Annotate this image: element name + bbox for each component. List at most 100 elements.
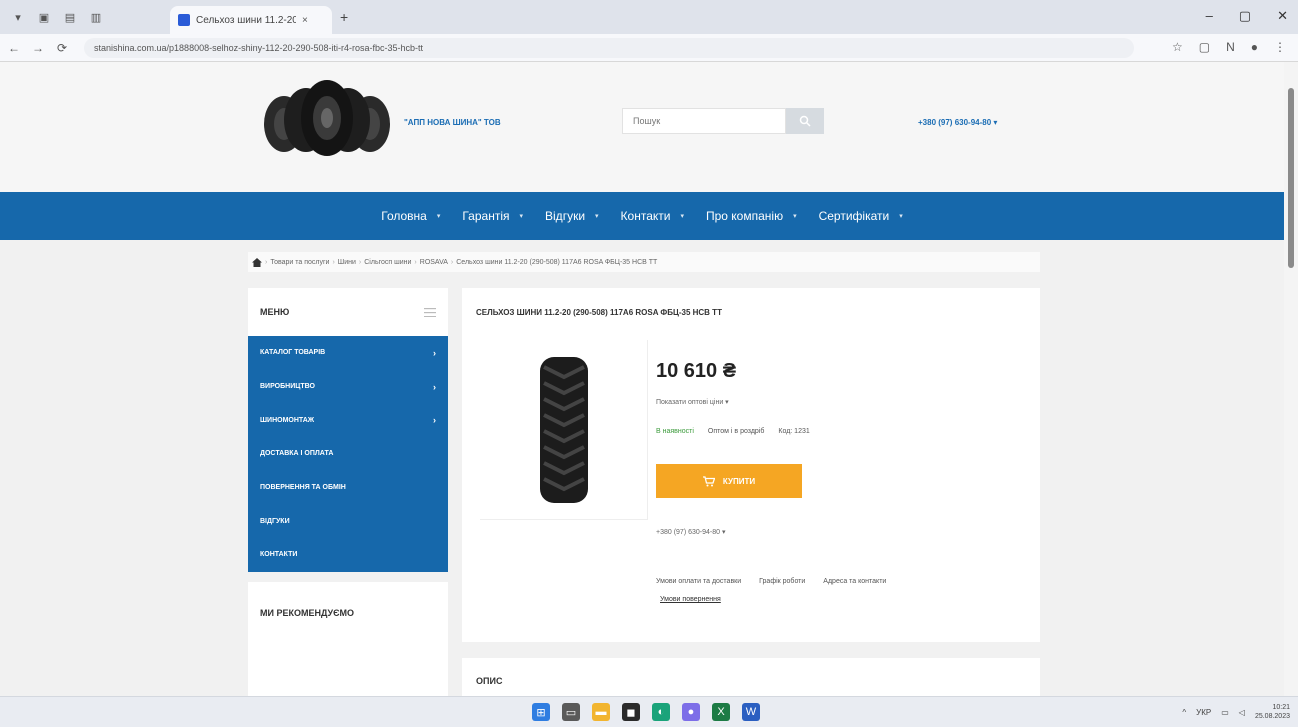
menu-item-catalog[interactable]: КАТАЛОГ ТОВАРІВ › (248, 336, 448, 370)
excel-icon[interactable]: X (712, 703, 730, 721)
menu-item-label: ПОВЕРНЕННЯ ТА ОБМІН (260, 484, 346, 492)
main-nav: Головна ▾ Гарантія ▾ Відгуки ▾ Контакти ▾ Пр… (0, 192, 1284, 240)
word-icon[interactable]: W (742, 703, 760, 721)
product-phone-dropdown[interactable]: +380 (97) 630-94-80 ▾ (656, 528, 725, 536)
payment-delivery-link[interactable]: Умови оплати та доставки (656, 578, 741, 585)
chevron-right-icon: › (433, 381, 436, 392)
return-terms-link[interactable]: Умови повернення (660, 596, 721, 603)
breadcrumb-separator: › (332, 258, 335, 266)
header-phone-dropdown[interactable]: +380 (97) 630-94-80 ▾ (918, 118, 997, 127)
menu-item-label: КАТАЛОГ ТОВАРІВ (260, 349, 326, 357)
address-bar-actions: ☆ ▢ N ● ⋮ (1172, 40, 1286, 54)
tires-logo-image[interactable] (262, 78, 392, 160)
browser-menu-icon[interactable]: ▾ (10, 9, 26, 25)
wholesale-prices-toggle[interactable]: Показати оптові ціни ▾ (656, 398, 729, 406)
nav-label: Гарантія (462, 209, 510, 223)
product-image[interactable] (480, 340, 648, 520)
company-name[interactable]: "АПП НОВА ШИНА" ТОВ (404, 118, 501, 127)
breadcrumb-current: Сельхоз шини 11.2-20 (290-508) 117A6 ROS… (456, 258, 658, 266)
nav-item-certificates[interactable]: Сертифікати ▾ (808, 209, 914, 223)
minimize-button[interactable]: – (1206, 8, 1213, 24)
breadcrumb-link[interactable]: Сільгосп шини (364, 259, 411, 266)
url-field[interactable]: stanishina.com.ua/p1888008-selhoz-shiny-… (84, 38, 1134, 58)
edge-browser-icon[interactable]: ◐ (652, 703, 670, 721)
breadcrumb-separator: › (358, 258, 362, 266)
nav-item-warranty[interactable]: Гарантія ▾ (451, 209, 534, 223)
search-button[interactable] (786, 108, 824, 134)
system-clock[interactable]: 10:21 25.08.2023 (1255, 703, 1290, 721)
breadcrumb-separator: › (450, 258, 454, 266)
taskbar-apps: ⊞ ▭ ▬ ◼ ◐ ● X W (532, 703, 760, 721)
back-button[interactable]: ← (4, 41, 24, 55)
nav-item-about[interactable]: Про компанію ▾ (695, 209, 808, 223)
product-price: 10 610 ₴ (656, 360, 737, 382)
task-view-icon[interactable]: ▭ (562, 703, 580, 721)
menu-item-reviews[interactable]: ВІДГУКИ (248, 504, 448, 538)
workspaces-icon[interactable]: ▣ (36, 9, 52, 25)
menu-item-tire-service[interactable]: ШИНОМОНТАЖ › (248, 403, 448, 437)
buy-button[interactable]: КУПИТИ (656, 464, 802, 498)
scrollbar-thumb[interactable] (1288, 88, 1294, 268)
maximize-button[interactable]: ▢ (1239, 8, 1251, 24)
hamburger-icon[interactable] (424, 307, 436, 317)
store-icon[interactable]: ◼ (622, 703, 640, 721)
start-icon[interactable]: ⊞ (532, 703, 550, 721)
breadcrumb-link[interactable]: Шини (338, 259, 356, 266)
chevron-down-icon: ▾ (595, 213, 599, 220)
volume-icon[interactable]: ◁ (1239, 708, 1245, 717)
browser-tab-active[interactable]: Сельхоз шини 11.2-20 (290-5 × (170, 6, 332, 34)
reload-button[interactable]: ⟳ (52, 41, 72, 55)
browser-more-icon[interactable]: ⋮ (1274, 40, 1286, 54)
home-icon[interactable] (252, 257, 262, 267)
profile-avatar-icon[interactable]: ● (1251, 40, 1258, 54)
breadcrumb-separator: › (414, 258, 417, 266)
tab-favicon-icon (178, 14, 190, 26)
nav-label: Відгуки (545, 209, 586, 223)
description-section: ОПИС (462, 658, 1040, 696)
tray-overflow-icon[interactable]: ^ (1182, 708, 1186, 717)
clock-date: 25.08.2023 (1254, 713, 1290, 720)
nav-item-home[interactable]: Головна ▾ (370, 209, 451, 223)
menu-list: КАТАЛОГ ТОВАРІВ › ВИРОБНИЦТВО › ШИНОМОНТАЖ… (248, 336, 448, 572)
address-contacts-link[interactable]: Адреса та контакти (823, 578, 886, 585)
favorite-star-icon[interactable]: ☆ (1172, 40, 1183, 54)
chevron-right-icon: › (433, 347, 436, 358)
file-explorer-icon[interactable]: ▬ (592, 703, 610, 721)
product-code: Код: 1231 (778, 428, 810, 435)
collections-icon[interactable]: ▤ (62, 9, 78, 25)
close-window-button[interactable]: ✕ (1277, 8, 1288, 24)
forward-button[interactable]: → (28, 41, 48, 55)
menu-item-label: ВИРОБНИЦТВО (260, 383, 315, 391)
menu-item-delivery[interactable]: ДОСТАВКА І ОПЛАТА (248, 437, 448, 471)
site-header: "АПП НОВА ШИНА" ТОВ +380 (97) 630-94-80 … (0, 62, 1284, 192)
new-tab-button[interactable]: + (340, 9, 348, 25)
menu-title: МЕНЮ (260, 307, 290, 317)
tab-close-icon[interactable]: × (302, 15, 308, 26)
sidebar-menu: МЕНЮ КАТАЛОГ ТОВАРІВ › ВИРОБНИЦТВО › ШИНОМ… (248, 288, 448, 572)
tab-actions-icon[interactable]: ▥ (88, 9, 104, 25)
menu-header: МЕНЮ (248, 288, 448, 336)
breadcrumb-link[interactable]: Товари та послуги (270, 259, 329, 266)
split-screen-icon[interactable]: ▢ (1199, 40, 1210, 54)
page-scrollbar[interactable] (1284, 62, 1298, 696)
menu-item-production[interactable]: ВИРОБНИЦТВО › (248, 370, 448, 404)
menu-item-contacts[interactable]: КОНТАКТИ (248, 538, 448, 572)
schedule-link[interactable]: Графік роботи (759, 578, 805, 585)
chevron-down-icon: ▾ (680, 213, 684, 220)
in-stock-badge: В наявності (656, 428, 694, 435)
menu-item-returns[interactable]: ПОВЕРНЕННЯ ТА ОБМІН (248, 471, 448, 505)
extension-icon[interactable]: N (1226, 40, 1235, 54)
nav-item-reviews[interactable]: Відгуки ▾ (534, 209, 610, 223)
chevron-down-icon: ▾ (793, 213, 797, 220)
nav-item-contacts[interactable]: Контакти ▾ (610, 209, 695, 223)
network-icon[interactable]: ▭ (1221, 708, 1229, 717)
search-input[interactable] (622, 108, 786, 134)
breadcrumb-link[interactable]: ROSAVA (420, 259, 448, 266)
browser-address-bar: ← → ⟳ stanishina.com.ua/p1888008-selhoz-… (0, 34, 1298, 62)
cart-icon (702, 475, 715, 486)
language-indicator[interactable]: УКР (1196, 708, 1211, 717)
chat-icon[interactable]: ● (682, 703, 700, 721)
product-status-row: В наявності Оптом і в роздріб Код: 1231 (656, 428, 810, 435)
search-icon (799, 115, 811, 127)
menu-item-label: ВІДГУКИ (260, 517, 290, 525)
